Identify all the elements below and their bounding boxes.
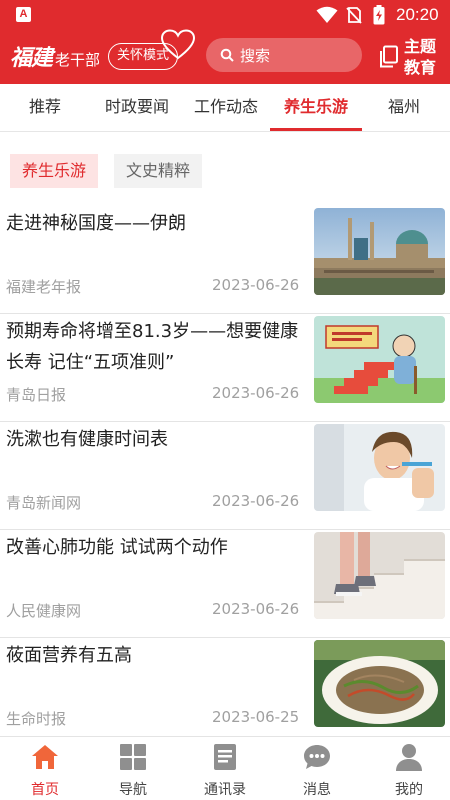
bottom-navigation: 首页 导航 通讯录 消息 我的 [0, 736, 450, 800]
category-tabs: 推荐 时政要闻 工作动态 养生乐游 福州 [0, 84, 450, 132]
news-item[interactable]: 走进神秘国度——伊朗 福建老年报 2023-06-26 [0, 206, 450, 314]
news-source: 生命时报 [6, 710, 67, 728]
subtab-health-travel[interactable]: 养生乐游 [10, 154, 99, 188]
grid-icon [120, 744, 146, 770]
active-tab-indicator [270, 128, 362, 131]
battery-charging-icon [373, 5, 385, 25]
search-bar[interactable]: 搜索 [206, 38, 362, 72]
theme-education-button[interactable]: 主题教育 [378, 30, 444, 84]
news-date: 2023-06-26 [212, 276, 300, 294]
tab-fuzhou[interactable]: 福州 [372, 84, 436, 131]
search-icon [220, 48, 234, 62]
tab-work-news[interactable]: 工作动态 [186, 84, 266, 131]
news-date: 2023-06-26 [212, 492, 300, 510]
news-date: 2023-06-25 [212, 708, 300, 726]
person-icon [396, 744, 422, 771]
news-item[interactable]: 预期寿命将增至81.3岁——想要健康长寿 记住“五项准则” 青岛日报 2023-… [0, 314, 450, 422]
nav-home[interactable]: 首页 [0, 737, 90, 800]
news-title: 走进神秘国度——伊朗 [6, 213, 186, 234]
news-thumbnail-mosque [314, 208, 445, 295]
search-placeholder: 搜索 [240, 46, 271, 65]
news-thumbnail-woman-brushing-teeth [314, 424, 445, 511]
news-date: 2023-06-26 [212, 384, 300, 402]
document-copy-icon [380, 45, 398, 68]
subtab-literature-history[interactable]: 文史精粹 [114, 154, 203, 188]
news-title: 预期寿命将增至81.3岁——想要健康长寿 记住“五项准则” [6, 321, 299, 373]
tab-health-travel[interactable]: 养生乐游 [270, 84, 362, 131]
news-title: 改善心肺功能 试试两个动作 [6, 537, 228, 558]
news-item[interactable]: 洗漱也有健康时间表 青岛新闻网 2023-06-26 [0, 422, 450, 530]
wifi-icon [316, 6, 338, 23]
news-date: 2023-06-26 [212, 600, 300, 618]
news-source: 青岛新闻网 [6, 494, 82, 512]
nav-contacts[interactable]: 通讯录 [180, 737, 270, 800]
nav-navigation[interactable]: 导航 [88, 737, 178, 800]
news-thumbnail-stair-climbing [314, 532, 445, 619]
news-source: 福建老年报 [6, 278, 82, 296]
contacts-book-icon [214, 744, 236, 770]
nav-profile[interactable]: 我的 [364, 737, 450, 800]
logo-subtitle: 老干部 [55, 51, 101, 69]
no-sim-icon [346, 7, 362, 24]
app-header: 福建 老干部 关怀模式 搜索 主题教育 [0, 29, 450, 84]
tab-recommend[interactable]: 推荐 [8, 84, 82, 131]
news-thumbnail-longevity-cartoon [314, 316, 445, 403]
news-source: 青岛日报 [6, 386, 67, 404]
nav-messages[interactable]: 消息 [272, 737, 362, 800]
home-icon [32, 745, 58, 769]
news-item[interactable]: 莜面营养有五高 生命时报 2023-06-25 [0, 638, 450, 746]
news-source: 人民健康网 [6, 602, 82, 620]
status-bar: A 20:20 [0, 0, 450, 30]
tab-politics-news[interactable]: 时政要闻 [97, 84, 177, 131]
message-bubble-icon [304, 745, 330, 769]
app-notification-icon: A [16, 7, 31, 22]
heart-icon [160, 29, 196, 60]
news-thumbnail-oat-noodles [314, 640, 445, 727]
logo-script: 福建 [10, 45, 53, 71]
theme-education-label: 主题教育 [404, 37, 437, 77]
app-logo: 福建 老干部 [10, 40, 101, 71]
news-item[interactable]: 改善心肺功能 试试两个动作 人民健康网 2023-06-26 [0, 530, 450, 638]
news-title: 莜面营养有五高 [6, 645, 132, 666]
clock: 20:20 [396, 5, 439, 24]
news-title: 洗漱也有健康时间表 [6, 429, 168, 450]
